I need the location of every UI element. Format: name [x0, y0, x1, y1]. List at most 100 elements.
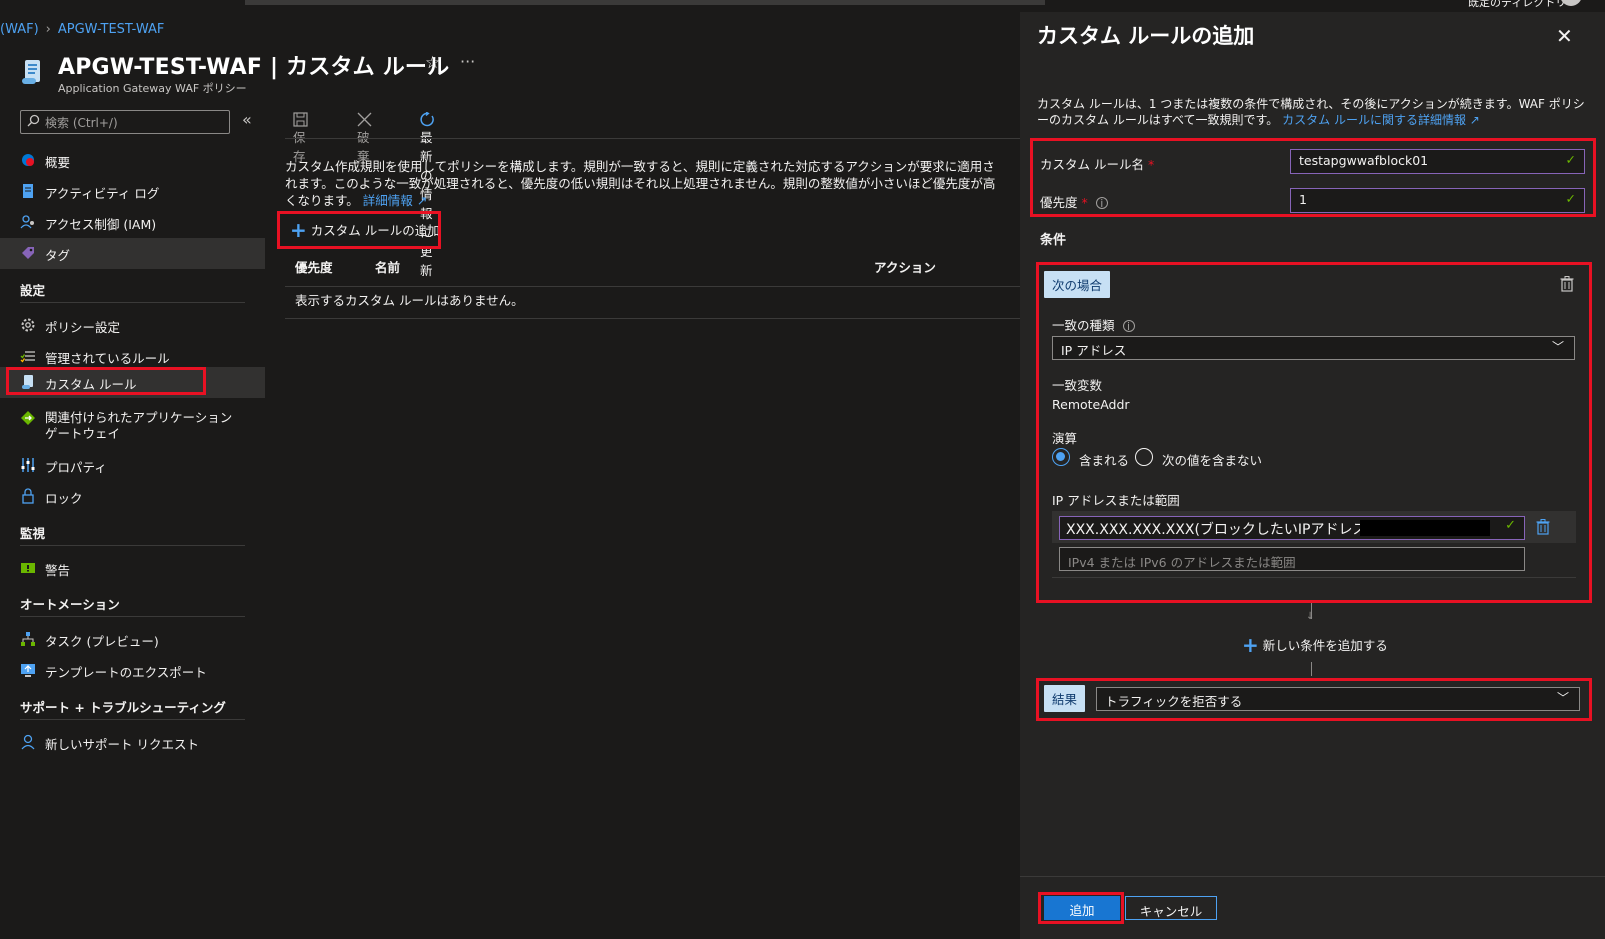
sidebar-item-properties[interactable]: プロパティ — [0, 450, 265, 481]
radio-contains[interactable] — [1052, 448, 1070, 466]
scroll-document-icon — [22, 60, 40, 84]
divider — [285, 138, 1020, 139]
match-type-label: 一致の種類 i — [1052, 315, 1135, 334]
browser-top-bar — [245, 0, 1045, 5]
rule-name-value: testapgwwafblock01 — [1299, 153, 1429, 168]
highlight-box — [6, 367, 206, 395]
priority-value: 1 — [1299, 192, 1307, 207]
sidebar-section-settings: 設定 — [20, 283, 46, 298]
result-action-select[interactable]: トラフィックを拒否する ﹀ — [1096, 687, 1580, 711]
column-header-action[interactable]: アクション — [874, 257, 936, 276]
more-options-icon[interactable]: ··· — [460, 52, 475, 71]
divider — [1052, 577, 1576, 578]
tasks-icon — [21, 632, 35, 646]
breadcrumb-item-resource[interactable]: APGW-TEST-WAF — [58, 22, 164, 37]
column-header-priority[interactable]: 優先度 — [295, 257, 333, 276]
page-subtitle: Application Gateway WAF ポリシー — [58, 82, 247, 95]
panel-description: カスタム ルールは、1 つまたは複数の条件で構成され、その後にアクションが続きま… — [1037, 96, 1587, 128]
sidebar-item-label: アクセス制御 (IAM) — [45, 217, 157, 232]
sidebar-item-export-template[interactable]: テンプレートのエクスポート — [0, 655, 265, 686]
highlight-box — [277, 211, 441, 249]
divider — [20, 719, 245, 720]
tag-icon — [22, 247, 34, 259]
app-gateway-icon — [21, 411, 35, 425]
ip-placeholder: IPv4 または IPv6 のアドレスまたは範囲 — [1068, 555, 1296, 570]
sidebar-item-lock[interactable]: ロック — [0, 481, 265, 512]
priority-label: 優先度 * i — [1040, 192, 1108, 211]
sidebar-item-tags[interactable]: タグ — [0, 238, 265, 269]
managed-rules-icon — [20, 351, 35, 363]
sidebar-item-label: 関連付けられたアプリケーション ゲートウェイ — [45, 410, 233, 441]
properties-icon — [21, 458, 35, 472]
description-text: カスタム作成規則を使用してポリシーを構成します。規則が一致すると、規則に定義され… — [285, 158, 1005, 209]
column-header-name[interactable]: 名前 — [375, 257, 400, 276]
sidebar-search-input[interactable]: 検索 (Ctrl+/) — [20, 110, 230, 134]
arrow-down-icon: ↓ — [1306, 611, 1315, 622]
match-variable-label: 一致変数 — [1052, 378, 1103, 393]
trash-icon[interactable] — [1536, 519, 1550, 535]
redaction-bar — [1360, 520, 1490, 536]
directory-name[interactable]: 既定のディレクトリ — [1468, 0, 1566, 10]
ip-address-input[interactable]: XXX.XXX.XXX.XXX(ブロックしたいIPアドレス) ✓ — [1059, 516, 1525, 540]
close-icon[interactable]: ✕ — [1556, 24, 1573, 48]
add-condition-button[interactable]: + 新しい条件を追加する — [1242, 633, 1388, 657]
alert-icon — [21, 563, 35, 573]
chevron-down-icon: ﹀ — [1556, 691, 1569, 705]
info-icon[interactable]: i — [1122, 320, 1135, 332]
sidebar-item-alerts[interactable]: 警告 — [0, 553, 265, 584]
sidebar-item-label: 概要 — [45, 155, 71, 170]
divider — [285, 286, 1020, 287]
iam-icon — [20, 215, 34, 229]
learn-more-link[interactable]: 詳細情報 — [363, 193, 413, 208]
sidebar-item-label: タスク (プレビュー) — [45, 634, 159, 649]
match-variable-value: RemoteAddr — [1052, 397, 1130, 412]
empty-table-message: 表示するカスタム ルールはありません。 — [295, 293, 524, 308]
sidebar-item-policy-settings[interactable]: ポリシー設定 — [0, 310, 265, 341]
export-template-icon — [21, 664, 35, 677]
trash-icon[interactable] — [1560, 276, 1574, 292]
ip-address-new-input[interactable]: IPv4 または IPv6 のアドレスまたは範囲 — [1059, 547, 1525, 571]
sidebar-item-label: タグ — [45, 248, 71, 263]
info-icon[interactable]: i — [1095, 197, 1108, 209]
checkmark-icon: ✓ — [1565, 191, 1576, 206]
custom-rule-learn-more-link[interactable]: カスタム ルールに関する詳細情報 — [1282, 113, 1466, 127]
operation-label: 演算 — [1052, 431, 1078, 446]
save-icon — [293, 112, 308, 127]
breadcrumb-item-waf[interactable]: (WAF) — [0, 22, 39, 37]
rule-name-label: カスタム ルール名 * — [1040, 157, 1155, 172]
divider — [20, 616, 245, 617]
sidebar-item-tasks[interactable]: タスク (プレビュー) — [0, 624, 265, 655]
support-icon — [21, 734, 35, 750]
ip-range-label: IP アドレスまたは範囲 — [1052, 493, 1180, 508]
match-type-select[interactable]: IP アドレス ﹀ — [1052, 336, 1575, 360]
page-title: APGW-TEST-WAF | カスタム ルール — [58, 55, 450, 80]
sidebar-section-automation: オートメーション — [20, 597, 120, 612]
chevron-right-icon: › — [45, 22, 51, 37]
rule-name-input[interactable]: testapgwwafblock01 ✓ — [1290, 149, 1585, 174]
favorite-star-icon[interactable]: ☆ — [425, 53, 440, 73]
highlight-box — [1038, 892, 1124, 924]
sidebar-item-label: ロック — [45, 491, 83, 506]
search-icon — [27, 114, 40, 127]
chevron-down-icon: ﹀ — [1551, 340, 1564, 354]
divider — [20, 545, 245, 546]
checkmark-icon: ✓ — [1505, 518, 1516, 533]
external-link-icon: ↗ — [416, 193, 428, 208]
sidebar-item-label: プロパティ — [45, 460, 107, 475]
collapse-sidebar-icon[interactable]: « — [242, 110, 252, 129]
sidebar-item-label: 管理されているルール — [45, 351, 170, 366]
search-placeholder: 検索 (Ctrl+/) — [45, 116, 118, 130]
sidebar-item-iam[interactable]: アクセス制御 (IAM) — [0, 207, 265, 238]
radio-not-contains[interactable] — [1135, 448, 1153, 466]
sidebar-item-overview[interactable]: 概要 — [0, 145, 265, 176]
priority-input[interactable]: 1 ✓ — [1290, 188, 1585, 213]
sidebar-item-new-support-request[interactable]: 新しいサポート リクエスト — [0, 727, 265, 758]
sidebar-item-associated-gateways[interactable]: 関連付けられたアプリケーション ゲートウェイ — [0, 403, 265, 441]
sidebar-item-activity-log[interactable]: アクティビティ ログ — [0, 176, 265, 207]
cancel-button[interactable]: キャンセル — [1125, 896, 1217, 920]
sidebar-section-support: サポート + トラブルシューティング — [20, 700, 226, 715]
result-badge: 結果 — [1044, 685, 1086, 712]
radio-not-contains-label: 次の値を含まない — [1162, 453, 1263, 468]
lock-icon — [22, 488, 34, 504]
if-badge: 次の場合 — [1044, 271, 1111, 298]
